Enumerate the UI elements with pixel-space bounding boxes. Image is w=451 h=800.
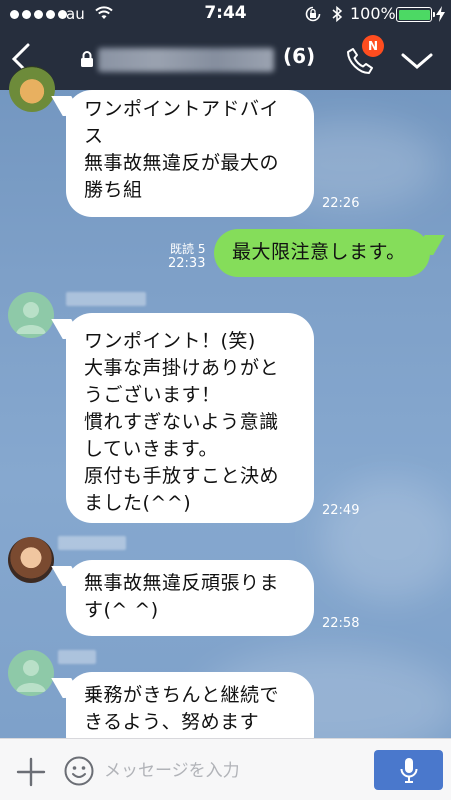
bluetooth-icon xyxy=(332,5,343,23)
message-line: 大事な声掛けありがと xyxy=(84,357,280,379)
member-count[interactable]: (6) xyxy=(283,44,315,68)
message-line: 慣れすぎないよう意識 xyxy=(84,411,279,433)
message-line: ワンポイントアドバイ xyxy=(84,98,280,120)
chat-header: (6) N xyxy=(0,28,451,90)
message-line: 原付も手放すこと決め xyxy=(84,465,280,487)
sender-avatar[interactable] xyxy=(8,292,54,338)
message-line: 勝ち組 xyxy=(84,179,143,201)
message-line: していきます。 xyxy=(84,438,219,460)
sender-name-blurred xyxy=(58,650,96,664)
message-time: 22:49 xyxy=(322,503,360,518)
notification-badge: N xyxy=(362,35,384,57)
chat-title-blurred[interactable] xyxy=(98,48,274,72)
message-line: す(^ ^) xyxy=(84,599,159,621)
sender-name-blurred xyxy=(66,292,146,306)
message-bubble[interactable]: ワンポイント！(笑) 大事な声掛けありがと うございます！ 慣れすぎないよう意識… xyxy=(66,313,314,523)
message-bubble[interactable]: 無事故無違反頑張りま す(^ ^) xyxy=(66,560,314,636)
charging-bolt-icon xyxy=(436,6,445,22)
lock-icon xyxy=(81,51,93,67)
battery-icon xyxy=(396,7,435,22)
sender-avatar[interactable] xyxy=(8,537,54,583)
plus-icon[interactable] xyxy=(16,757,46,787)
message-line: ス xyxy=(84,125,104,147)
message-line: 無事故無違反が最大の xyxy=(84,152,280,174)
sender-avatar[interactable] xyxy=(9,66,55,112)
message-bubble-outgoing[interactable]: 最大限注意します。 xyxy=(214,229,430,277)
message-bubble[interactable]: ワンポイントアドバイ ス 無事故無違反が最大の 勝ち組 xyxy=(66,90,314,217)
message-input[interactable] xyxy=(104,753,354,789)
background-cloud xyxy=(320,480,451,600)
sender-name-blurred xyxy=(58,536,126,550)
message-line: きるよう、努めます xyxy=(84,711,260,733)
message-line: 乗務がきちんと継続で xyxy=(84,684,280,706)
voice-message-button[interactable] xyxy=(374,750,443,790)
rotation-lock-icon xyxy=(305,6,321,22)
emoji-icon[interactable] xyxy=(63,755,95,787)
message-time: 22:26 xyxy=(322,196,360,211)
message-time: 22:33 xyxy=(168,256,206,271)
read-receipt: 既読 5 xyxy=(170,242,206,256)
microphone-icon xyxy=(400,758,418,783)
status-bar: au 7:44 100% xyxy=(0,0,451,28)
message-time: 22:58 xyxy=(322,616,360,631)
message-line: ました(^^) xyxy=(84,492,192,514)
message-line: 無事故無違反頑張りま xyxy=(84,572,280,594)
message-input-bar xyxy=(0,738,451,800)
battery-percent: 100% xyxy=(350,4,396,23)
message-line: 最大限注意します。 xyxy=(232,241,406,263)
chevron-down-icon[interactable] xyxy=(400,50,434,72)
sender-avatar[interactable] xyxy=(8,650,54,696)
message-line: うございます！ xyxy=(84,384,221,406)
message-line: ワンポイント！(笑) xyxy=(84,330,256,352)
